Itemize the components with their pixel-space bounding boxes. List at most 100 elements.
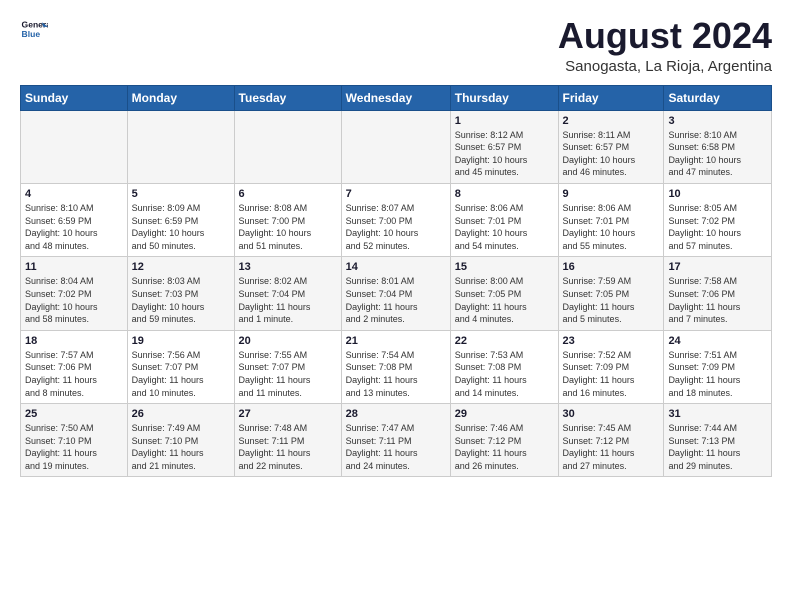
table-row: 4 Sunrise: 8:10 AM Sunset: 6:59 PM Daylig… bbox=[21, 183, 128, 256]
table-row: 26Sunrise: 7:49 AM Sunset: 7:10 PM Dayli… bbox=[127, 404, 234, 477]
day-info: Sunrise: 8:10 AM Sunset: 6:59 PM Dayligh… bbox=[25, 202, 123, 252]
day-number: 22 bbox=[455, 335, 554, 347]
day-number: 10 bbox=[668, 188, 767, 200]
table-row: 11 Sunrise: 8:04 AM Sunset: 7:02 PM Dayli… bbox=[21, 257, 128, 330]
logo-icon: General Blue bbox=[20, 16, 48, 44]
day-info: Sunrise: 7:51 AM Sunset: 7:09 PM Dayligh… bbox=[668, 349, 767, 399]
day-number: 3 bbox=[668, 115, 767, 127]
table-row bbox=[21, 110, 128, 183]
header: General Blue August 2024 Sanogasta, La R… bbox=[20, 16, 772, 75]
day-number: 14 bbox=[346, 261, 446, 273]
calendar-week-4: 18Sunrise: 7:57 AM Sunset: 7:06 PM Dayli… bbox=[21, 330, 772, 403]
table-row: 1 Sunrise: 8:12 AM Sunset: 6:57 PM Daylig… bbox=[450, 110, 558, 183]
day-info: Sunrise: 8:08 AM Sunset: 7:00 PM Dayligh… bbox=[239, 202, 337, 252]
table-row: 10 Sunrise: 8:05 AM Sunset: 7:02 PM Dayli… bbox=[664, 183, 772, 256]
table-row: 24 Sunrise: 7:51 AM Sunset: 7:09 PM Dayli… bbox=[664, 330, 772, 403]
day-info: Sunrise: 7:45 AM Sunset: 7:12 PM Dayligh… bbox=[563, 422, 660, 472]
day-number: 27 bbox=[239, 408, 337, 420]
calendar-header-row: Sunday Monday Tuesday Wednesday Thursday… bbox=[21, 85, 772, 110]
day-number: 8 bbox=[455, 188, 554, 200]
day-number: 5 bbox=[132, 188, 230, 200]
day-number: 11 bbox=[25, 261, 123, 273]
day-info: Sunrise: 8:10 AM Sunset: 6:58 PM Dayligh… bbox=[668, 129, 767, 179]
table-row: 17 Sunrise: 7:58 AM Sunset: 7:06 PM Dayli… bbox=[664, 257, 772, 330]
table-row: 31 Sunrise: 7:44 AM Sunset: 7:13 PM Dayli… bbox=[664, 404, 772, 477]
day-number: 6 bbox=[239, 188, 337, 200]
day-info: Sunrise: 7:46 AM Sunset: 7:12 PM Dayligh… bbox=[455, 422, 554, 472]
table-row: 3 Sunrise: 8:10 AM Sunset: 6:58 PM Daylig… bbox=[664, 110, 772, 183]
table-row: 20Sunrise: 7:55 AM Sunset: 7:07 PM Dayli… bbox=[234, 330, 341, 403]
table-row bbox=[234, 110, 341, 183]
day-number: 30 bbox=[563, 408, 660, 420]
logo: General Blue bbox=[20, 16, 48, 44]
table-row: 13 Sunrise: 8:02 AM Sunset: 7:04 PM Dayli… bbox=[234, 257, 341, 330]
day-info: Sunrise: 7:58 AM Sunset: 7:06 PM Dayligh… bbox=[668, 275, 767, 325]
table-row bbox=[127, 110, 234, 183]
col-saturday: Saturday bbox=[664, 85, 772, 110]
day-info: Sunrise: 7:50 AM Sunset: 7:10 PM Dayligh… bbox=[25, 422, 123, 472]
day-number: 12 bbox=[132, 261, 230, 273]
day-info: Sunrise: 8:11 AM Sunset: 6:57 PM Dayligh… bbox=[563, 129, 660, 179]
table-row: 22 Sunrise: 7:53 AM Sunset: 7:08 PM Dayli… bbox=[450, 330, 558, 403]
calendar-week-2: 4 Sunrise: 8:10 AM Sunset: 6:59 PM Daylig… bbox=[21, 183, 772, 256]
day-info: Sunrise: 7:52 AM Sunset: 7:09 PM Dayligh… bbox=[563, 349, 660, 399]
day-info: Sunrise: 7:55 AM Sunset: 7:07 PM Dayligh… bbox=[239, 349, 337, 399]
table-row: 6 Sunrise: 8:08 AM Sunset: 7:00 PM Daylig… bbox=[234, 183, 341, 256]
day-number: 19 bbox=[132, 335, 230, 347]
day-number: 28 bbox=[346, 408, 446, 420]
table-row: 28Sunrise: 7:47 AM Sunset: 7:11 PM Dayli… bbox=[341, 404, 450, 477]
table-row: 12 Sunrise: 8:03 AM Sunset: 7:03 PM Dayli… bbox=[127, 257, 234, 330]
day-info: Sunrise: 7:54 AM Sunset: 7:08 PM Dayligh… bbox=[346, 349, 446, 399]
day-info: Sunrise: 7:49 AM Sunset: 7:10 PM Dayligh… bbox=[132, 422, 230, 472]
day-info: Sunrise: 7:48 AM Sunset: 7:11 PM Dayligh… bbox=[239, 422, 337, 472]
day-number: 13 bbox=[239, 261, 337, 273]
svg-text:Blue: Blue bbox=[22, 29, 41, 39]
calendar-week-3: 11 Sunrise: 8:04 AM Sunset: 7:02 PM Dayli… bbox=[21, 257, 772, 330]
table-row: 27 Sunrise: 7:48 AM Sunset: 7:11 PM Dayli… bbox=[234, 404, 341, 477]
day-number: 4 bbox=[25, 188, 123, 200]
day-info: Sunrise: 8:00 AM Sunset: 7:05 PM Dayligh… bbox=[455, 275, 554, 325]
table-row: 8Sunrise: 8:06 AM Sunset: 7:01 PM Daylig… bbox=[450, 183, 558, 256]
subtitle: Sanogasta, La Rioja, Argentina bbox=[558, 58, 772, 75]
table-row: 21 Sunrise: 7:54 AM Sunset: 7:08 PM Dayli… bbox=[341, 330, 450, 403]
day-number: 1 bbox=[455, 115, 554, 127]
col-tuesday: Tuesday bbox=[234, 85, 341, 110]
table-row: 15Sunrise: 8:00 AM Sunset: 7:05 PM Dayli… bbox=[450, 257, 558, 330]
table-row: 5 Sunrise: 8:09 AM Sunset: 6:59 PM Daylig… bbox=[127, 183, 234, 256]
day-info: Sunrise: 8:09 AM Sunset: 6:59 PM Dayligh… bbox=[132, 202, 230, 252]
table-row: 19Sunrise: 7:56 AM Sunset: 7:07 PM Dayli… bbox=[127, 330, 234, 403]
day-number: 23 bbox=[563, 335, 660, 347]
table-row: 9Sunrise: 8:06 AM Sunset: 7:01 PM Daylig… bbox=[558, 183, 664, 256]
day-info: Sunrise: 8:12 AM Sunset: 6:57 PM Dayligh… bbox=[455, 129, 554, 179]
main-title: August 2024 bbox=[558, 16, 772, 56]
day-number: 9 bbox=[563, 188, 660, 200]
day-number: 17 bbox=[668, 261, 767, 273]
day-info: Sunrise: 8:05 AM Sunset: 7:02 PM Dayligh… bbox=[668, 202, 767, 252]
table-row: 29 Sunrise: 7:46 AM Sunset: 7:12 PM Dayli… bbox=[450, 404, 558, 477]
day-number: 29 bbox=[455, 408, 554, 420]
day-info: Sunrise: 8:02 AM Sunset: 7:04 PM Dayligh… bbox=[239, 275, 337, 325]
day-number: 31 bbox=[668, 408, 767, 420]
day-number: 16 bbox=[563, 261, 660, 273]
day-info: Sunrise: 8:07 AM Sunset: 7:00 PM Dayligh… bbox=[346, 202, 446, 252]
day-info: Sunrise: 7:44 AM Sunset: 7:13 PM Dayligh… bbox=[668, 422, 767, 472]
day-number: 18 bbox=[25, 335, 123, 347]
day-info: Sunrise: 7:59 AM Sunset: 7:05 PM Dayligh… bbox=[563, 275, 660, 325]
table-row bbox=[341, 110, 450, 183]
table-row: 2Sunrise: 8:11 AM Sunset: 6:57 PM Daylig… bbox=[558, 110, 664, 183]
calendar-table: Sunday Monday Tuesday Wednesday Thursday… bbox=[20, 85, 772, 478]
day-info: Sunrise: 8:04 AM Sunset: 7:02 PM Dayligh… bbox=[25, 275, 123, 325]
col-monday: Monday bbox=[127, 85, 234, 110]
day-info: Sunrise: 7:53 AM Sunset: 7:08 PM Dayligh… bbox=[455, 349, 554, 399]
day-number: 24 bbox=[668, 335, 767, 347]
day-info: Sunrise: 8:03 AM Sunset: 7:03 PM Dayligh… bbox=[132, 275, 230, 325]
day-info: Sunrise: 8:01 AM Sunset: 7:04 PM Dayligh… bbox=[346, 275, 446, 325]
table-row: 25Sunrise: 7:50 AM Sunset: 7:10 PM Dayli… bbox=[21, 404, 128, 477]
col-wednesday: Wednesday bbox=[341, 85, 450, 110]
title-block: August 2024 Sanogasta, La Rioja, Argenti… bbox=[558, 16, 772, 75]
table-row: 7Sunrise: 8:07 AM Sunset: 7:00 PM Daylig… bbox=[341, 183, 450, 256]
table-row: 14 Sunrise: 8:01 AM Sunset: 7:04 PM Dayli… bbox=[341, 257, 450, 330]
day-number: 21 bbox=[346, 335, 446, 347]
col-friday: Friday bbox=[558, 85, 664, 110]
table-row: 23 Sunrise: 7:52 AM Sunset: 7:09 PM Dayli… bbox=[558, 330, 664, 403]
